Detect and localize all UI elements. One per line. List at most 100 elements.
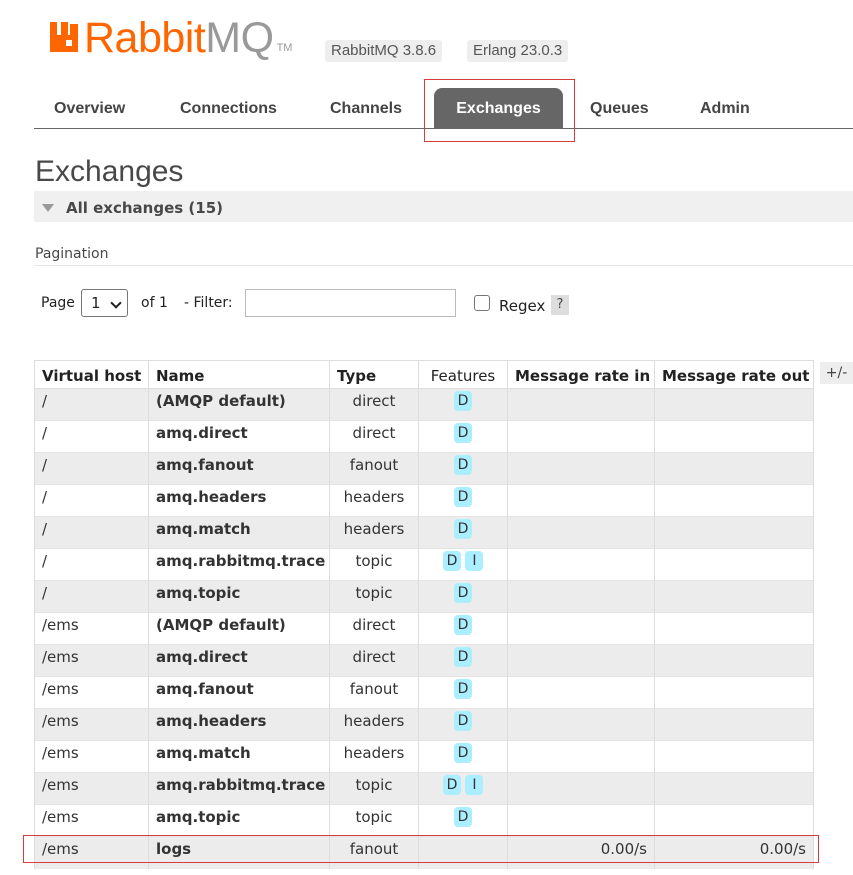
cell-exchange-name-link[interactable]: amq.fanout — [148, 452, 330, 485]
cell-message-rate-in — [507, 388, 655, 421]
cell-type: topic — [329, 580, 419, 613]
cell-exchange-name-link[interactable]: amq.direct — [148, 644, 330, 677]
page-count-label: of 1 — [141, 295, 168, 311]
rabbitmq-version: RabbitMQ 3.8.6 — [325, 40, 443, 62]
cell-exchange-name-link[interactable]: amq.topic — [148, 580, 330, 613]
feature-badge: D — [453, 614, 473, 635]
feature-badge: D — [442, 550, 462, 571]
cell-exchange-name-link[interactable]: amq.direct — [148, 420, 330, 453]
cell-message-rate-in — [507, 804, 655, 837]
cell-exchange-name-link[interactable]: (AMQP default) — [148, 612, 330, 645]
cell-type: direct — [329, 612, 419, 645]
cell-message-rate-out — [654, 516, 814, 549]
cell-exchange-name-link[interactable]: amq.topic — [148, 804, 330, 837]
pagination-heading[interactable]: Pagination — [35, 246, 108, 262]
feature-badge: D — [453, 710, 473, 731]
cell-features: D — [418, 804, 508, 837]
column-toggle-button[interactable]: +/- — [820, 362, 853, 384]
cell-message-rate-out — [654, 772, 814, 805]
cell-message-rate-out — [654, 676, 814, 709]
col-message-rate-in[interactable]: Message rate in — [507, 360, 655, 389]
table-row[interactable]: /ems amq.rabbitmq.trace topic D I — [34, 772, 814, 805]
rabbitmq-logo[interactable]: RabbitMQ TM — [48, 14, 292, 60]
feature-badge: D — [453, 422, 473, 443]
cell-virtual-host: /ems — [34, 612, 149, 645]
cell-features: D — [418, 612, 508, 645]
table-row[interactable]: / (AMQP default) direct D — [34, 388, 814, 421]
exchanges-table: Virtual host Name Type Features Message … — [34, 360, 814, 869]
tab-admin[interactable]: Admin — [680, 88, 770, 128]
feature-badge: D — [453, 486, 473, 507]
tab-queues[interactable]: Queues — [570, 88, 669, 128]
page-select[interactable]: 1 — [81, 289, 128, 317]
cell-type: direct — [329, 388, 419, 421]
table-row[interactable]: / amq.rabbitmq.trace topic D I — [34, 548, 814, 581]
feature-badge: D — [453, 806, 473, 827]
cell-message-rate-in — [507, 644, 655, 677]
cell-exchange-name-link[interactable]: logs — [148, 836, 330, 869]
cell-message-rate-out — [654, 420, 814, 453]
cell-message-rate-in — [507, 548, 655, 581]
cell-exchange-name-link[interactable]: amq.rabbitmq.trace — [148, 548, 330, 581]
table-row[interactable]: /ems (AMQP default) direct D — [34, 612, 814, 645]
cell-message-rate-in — [507, 452, 655, 485]
erlang-version: Erlang 23.0.3 — [467, 40, 569, 62]
table-row[interactable]: /ems logs fanout 0.00/s 0.00/s — [34, 836, 814, 869]
table-row[interactable]: / amq.match headers D — [34, 516, 814, 549]
tab-channels[interactable]: Channels — [310, 88, 422, 128]
tab-connections[interactable]: Connections — [160, 88, 297, 128]
tab-exchanges[interactable]: Exchanges — [434, 88, 563, 128]
col-type[interactable]: Type — [329, 360, 419, 389]
section-toggle-all-exchanges[interactable]: All exchanges (15) — [34, 191, 853, 222]
regex-label[interactable]: Regex — [499, 292, 545, 320]
cell-message-rate-in — [507, 740, 655, 773]
cell-features: D — [418, 484, 508, 517]
cell-type: fanout — [329, 452, 419, 485]
table-row[interactable]: / amq.headers headers D — [34, 484, 814, 517]
cell-message-rate-in — [507, 612, 655, 645]
regex-checkbox[interactable] — [474, 295, 490, 311]
filter-input[interactable] — [245, 289, 456, 317]
cell-exchange-name-link[interactable]: amq.rabbitmq.trace — [148, 772, 330, 805]
table-row[interactable]: /ems amq.topic topic D — [34, 804, 814, 837]
cell-exchange-name-link[interactable]: amq.match — [148, 516, 330, 549]
cell-virtual-host: /ems — [34, 644, 149, 677]
table-row[interactable]: /ems amq.direct direct D — [34, 644, 814, 677]
col-features: Features — [418, 360, 508, 389]
cell-message-rate-out — [654, 612, 814, 645]
table-row[interactable]: /ems amq.match headers D — [34, 740, 814, 773]
cell-type: headers — [329, 516, 419, 549]
feature-badge: D — [453, 518, 473, 539]
chevron-down-icon — [110, 297, 122, 309]
feature-badge: D — [453, 742, 473, 763]
cell-message-rate-out — [654, 804, 814, 837]
tab-overview[interactable]: Overview — [34, 88, 145, 128]
cell-exchange-name-link[interactable]: amq.fanout — [148, 676, 330, 709]
feature-badge: I — [465, 550, 484, 571]
table-row[interactable]: / amq.fanout fanout D — [34, 452, 814, 485]
cell-type: fanout — [329, 836, 419, 869]
table-row[interactable]: / amq.direct direct D — [34, 420, 814, 453]
cell-exchange-name-link[interactable]: amq.match — [148, 740, 330, 773]
col-message-rate-out[interactable]: Message rate out — [654, 360, 814, 389]
page-select-value: 1 — [91, 294, 101, 312]
cell-message-rate-in: 0.00/s — [507, 836, 655, 869]
cell-type: topic — [329, 772, 419, 805]
cell-virtual-host: / — [34, 548, 149, 581]
cell-type: topic — [329, 804, 419, 837]
table-row[interactable]: /ems amq.fanout fanout D — [34, 676, 814, 709]
cell-exchange-name-link[interactable]: (AMQP default) — [148, 388, 330, 421]
table-row[interactable]: /ems amq.headers headers D — [34, 708, 814, 741]
regex-help-button[interactable]: ? — [551, 295, 569, 315]
cell-message-rate-out — [654, 708, 814, 741]
cell-message-rate-out — [654, 644, 814, 677]
col-virtual-host[interactable]: Virtual host — [34, 360, 149, 389]
col-name[interactable]: Name — [148, 360, 330, 389]
cell-virtual-host: / — [34, 580, 149, 613]
cell-virtual-host: / — [34, 452, 149, 485]
cell-exchange-name-link[interactable]: amq.headers — [148, 708, 330, 741]
table-row[interactable]: / amq.topic topic D — [34, 580, 814, 613]
feature-badge: D — [453, 582, 473, 603]
cell-features: DI — [418, 548, 508, 581]
cell-exchange-name-link[interactable]: amq.headers — [148, 484, 330, 517]
